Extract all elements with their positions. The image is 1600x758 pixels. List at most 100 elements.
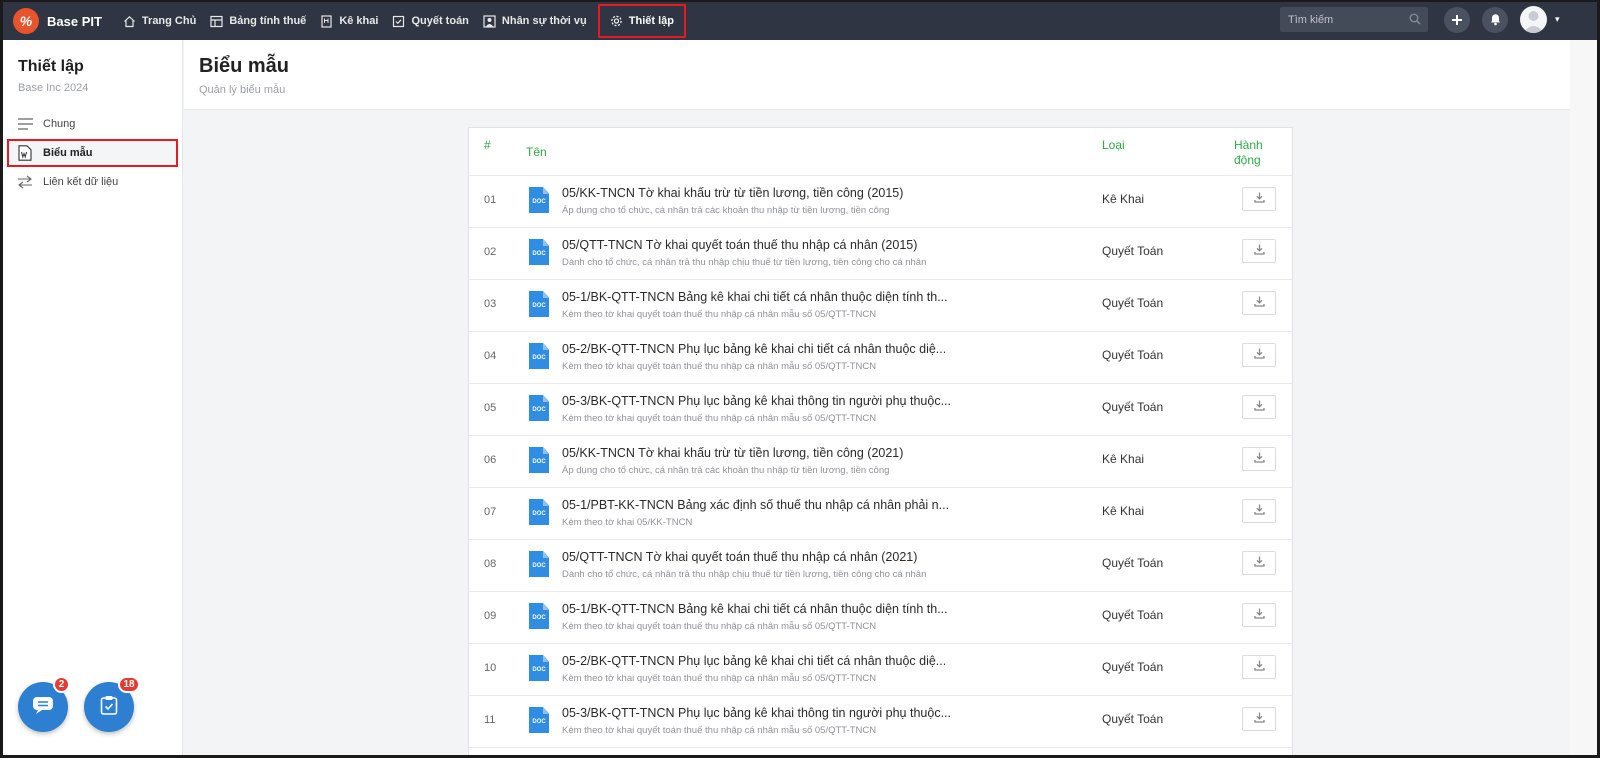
checkbox-icon [392,15,405,28]
bell-icon [1489,10,1502,31]
template-description: Kèm theo tờ khai quyết toán thuế thu nhậ… [562,361,877,372]
table-row[interactable]: 11 DOC 05-3/BK-QTT-TNCN Phụ lục bảng kê kh… [469,696,1292,748]
download-button[interactable] [1242,395,1276,419]
row-number: 03 [484,298,497,310]
table-row[interactable]: 07 DOC 05-1/PBT-KK-TNCN Bảng xác định số t… [469,488,1292,540]
download-button[interactable] [1242,603,1276,627]
template-type: Quyết Toán [1102,400,1164,414]
search-input[interactable]: Tìm kiếm [1280,7,1428,32]
column-header-number: # [484,138,491,152]
word-doc-icon [17,145,33,161]
nav-item-bang-tinh-thue[interactable]: Bảng tính thuế [203,2,313,40]
app-logo[interactable]: % Base PIT [13,2,116,40]
doc-label: DOC [532,407,546,413]
template-description: Áp dụng cho tổ chức, cá nhân trả các kho… [562,465,890,476]
table-row[interactable]: 06 DOC 05/KK-TNCN Tờ khai khấu trừ từ tiền… [469,436,1292,488]
table-row[interactable]: 09 DOC 05-1/BK-QTT-TNCN Bảng kê khai chi t… [469,592,1292,644]
nav-item-nhan-su-thoi-vu[interactable]: Nhân sự thời vụ [476,2,594,40]
app-window: % Base PIT Trang Chủ Bảng tính thuế Kê k… [0,0,1600,758]
template-title[interactable]: 05/QTT-TNCN Tờ khai quyết toán thuế thu … [562,238,917,252]
tasks-button[interactable]: 18 [84,676,140,732]
nav-label: Trang Chủ [141,15,197,27]
template-title[interactable]: 05-3/BK-QTT-TNCN Phụ lục bảng kê khai th… [562,706,951,720]
doc-file-icon: DOC [529,187,549,213]
nav-label: Nhân sự thời vụ [501,15,587,27]
download-button[interactable] [1242,343,1276,367]
template-title[interactable]: 05/KK-TNCN Tờ khai khấu trừ từ tiền lươn… [562,446,903,460]
doc-label: DOC [532,199,546,205]
download-button[interactable] [1242,239,1276,263]
sidebar-item-label: Liên kết dữ liệu [43,176,119,188]
download-button[interactable] [1242,499,1276,523]
table-row[interactable]: 05 DOC 05-3/BK-QTT-TNCN Phụ lục bảng kê kh… [469,384,1292,436]
table-icon [210,15,223,28]
template-title[interactable]: 05-3/BK-QTT-TNCN Phụ lục bảng kê khai th… [562,394,951,408]
table-row[interactable]: 08 DOC 05/QTT-TNCN Tờ khai quyết toán thuế… [469,540,1292,592]
template-title[interactable]: 05-2/BK-QTT-TNCN Phụ lục bảng kê khai ch… [562,654,946,668]
download-button[interactable] [1242,655,1276,679]
menu-lines-icon [17,116,33,132]
nav-item-trang-chu[interactable]: Trang Chủ [116,2,203,40]
download-icon [1253,658,1265,676]
doc-file-icon: DOC [529,447,549,473]
template-title[interactable]: 05-1/PBT-KK-TNCN Bảng xác định số thuế t… [562,498,949,512]
user-avatar[interactable] [1520,6,1547,33]
chat-badge: 2 [53,676,70,693]
page-header: Biểu mẫu Quản lý biểu mẫu [184,40,1570,110]
template-title[interactable]: 05/KK-TNCN Tờ khai khấu trừ từ tiền lươn… [562,186,903,200]
nav-item-thiet-lap[interactable]: Thiết lập [597,4,686,38]
download-button[interactable] [1242,707,1276,731]
template-title[interactable]: 05-1/BK-QTT-TNCN Bảng kê khai chi tiết c… [562,290,948,304]
top-navigation-bar: % Base PIT Trang Chủ Bảng tính thuế Kê k… [3,2,1597,40]
template-type: Quyết Toán [1102,296,1164,310]
document-icon [320,14,333,28]
clipboard-check-icon [100,695,118,720]
table-row[interactable]: 01 DOC 05/KK-TNCN Tờ khai khấu trừ từ tiền… [469,176,1292,228]
template-description: Kèm theo tờ khai 05/KK-TNCN [562,517,693,528]
nav-label: Bảng tính thuế [229,15,307,27]
download-button[interactable] [1242,187,1276,211]
download-button[interactable] [1242,551,1276,575]
tasks-badge: 18 [118,676,140,693]
template-type: Quyết Toán [1102,556,1164,570]
table-header: # Tên Loại Hành động [469,128,1292,176]
settings-sidebar: Thiết lập Base Inc 2024 Chung Biểu mẫu L… [3,40,183,755]
nav-item-ke-khai[interactable]: Kê khai [313,2,385,40]
chat-button[interactable]: 2 [18,676,70,732]
sidebar-item-bieu-mau[interactable]: Biểu mẫu [7,139,178,167]
chevron-down-icon[interactable]: ▾ [1555,14,1560,25]
download-button[interactable] [1242,447,1276,471]
sidebar-item-label: Chung [43,118,76,130]
sidebar-item-lien-ket-du-lieu[interactable]: Liên kết dữ liệu [7,168,178,196]
sidebar-item-chung[interactable]: Chung [7,110,178,138]
doc-label: DOC [532,251,546,257]
template-description: Dành cho tổ chức, cá nhân trả thu nhập c… [562,257,927,268]
template-type: Kê Khai [1102,452,1145,466]
download-icon [1253,242,1265,260]
table-row[interactable]: 10 DOC 05-2/BK-QTT-TNCN Phụ lục bảng kê kh… [469,644,1292,696]
template-type: Quyết Toán [1102,348,1164,362]
search-icon[interactable] [1409,13,1421,28]
row-number: 08 [484,558,497,570]
doc-file-icon: DOC [529,707,549,733]
template-title[interactable]: 05-2/BK-QTT-TNCN Phụ lục bảng kê khai ch… [562,342,946,356]
doc-file-icon: DOC [529,291,549,317]
template-description: Dành cho tổ chức, cá nhân trả thu nhập c… [562,569,927,580]
table-row[interactable]: 02 DOC 05/QTT-TNCN Tờ khai quyết toán thuế… [469,228,1292,280]
doc-label: DOC [532,355,546,361]
template-title[interactable]: 05/QTT-TNCN Tờ khai quyết toán thuế thu … [562,550,917,564]
template-description: Kèm theo tờ khai quyết toán thuế thu nhậ… [562,413,877,424]
table-row[interactable]: 04 DOC 05-2/BK-QTT-TNCN Phụ lục bảng kê kh… [469,332,1292,384]
notifications-button[interactable] [1482,7,1508,33]
scrollbar[interactable] [1570,40,1597,755]
download-button[interactable] [1242,291,1276,315]
page-title: Biểu mẫu [199,55,290,77]
nav-label: Thiết lập [628,15,674,27]
table-row[interactable]: 03 DOC 05-1/BK-QTT-TNCN Bảng kê khai chi t… [469,280,1292,332]
template-title[interactable]: 05-1/BK-QTT-TNCN Bảng kê khai chi tiết c… [562,602,948,616]
logo-icon: % [13,8,39,34]
add-button[interactable] [1444,7,1470,33]
doc-file-icon: DOC [529,551,549,577]
nav-item-quyet-toan[interactable]: Quyết toán [385,2,475,40]
page-subtitle: Quản lý biểu mẫu [199,84,286,96]
